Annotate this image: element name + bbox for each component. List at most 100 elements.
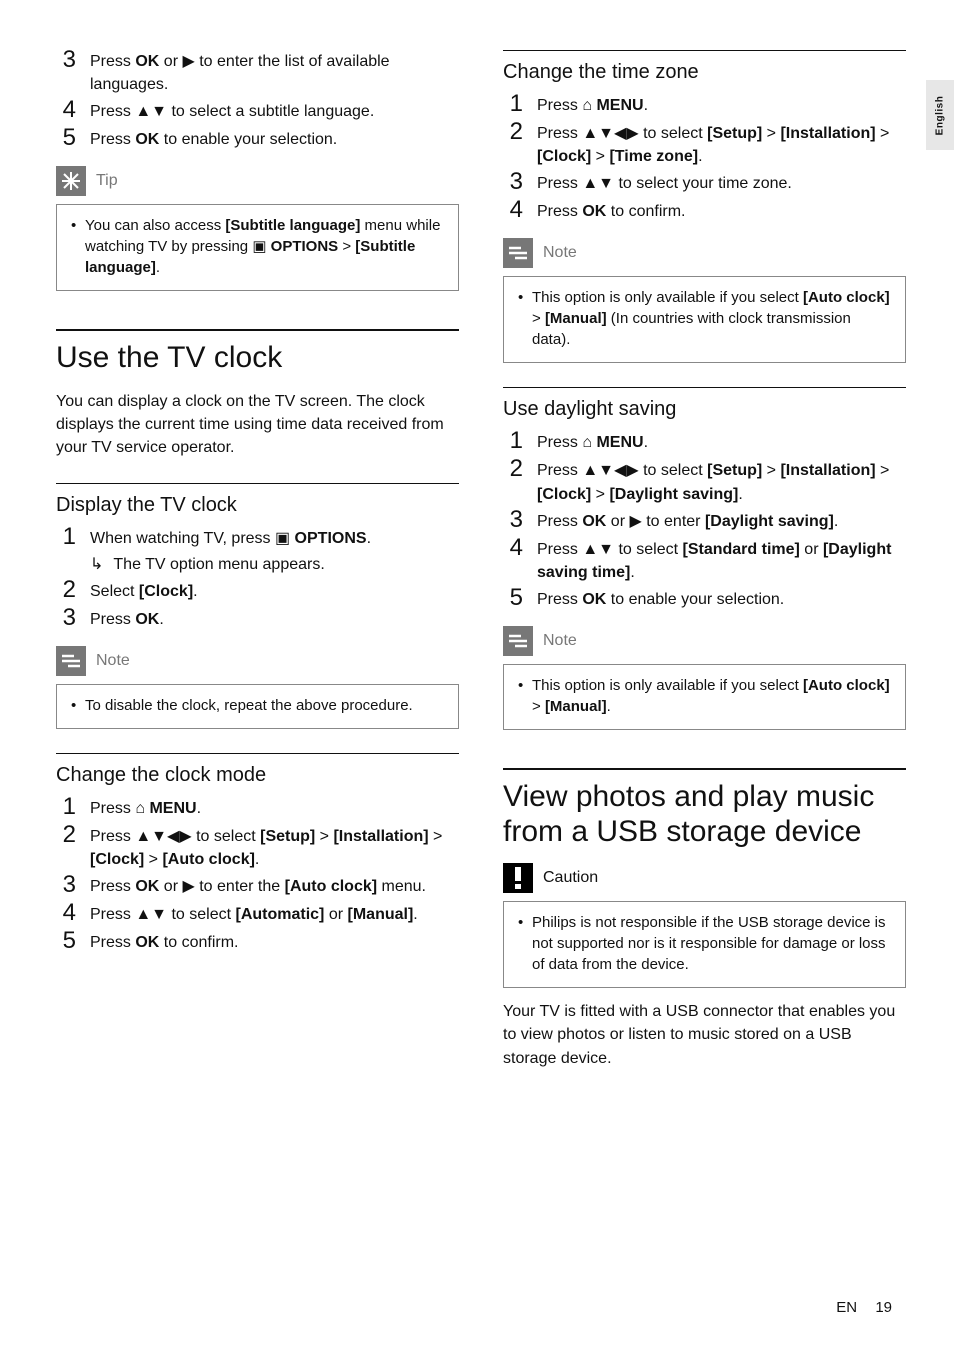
step: 4 Press ▲▼ to select [Automatic] or [Man…	[56, 903, 459, 927]
nav-arrows-icon: ▲▼◀▶	[135, 828, 191, 845]
right-arrow-icon: ▶	[182, 53, 194, 70]
step: 1 Press ⌂ MENU.	[56, 797, 459, 821]
subheading-change-time-zone: Change the time zone	[503, 50, 906, 84]
options-icon: ▣	[275, 530, 290, 547]
page-footer: EN 19	[836, 1299, 892, 1316]
right-arrow-icon: ▶	[629, 513, 641, 530]
step-number: 2	[56, 578, 76, 602]
two-column-layout: 3 Press OK or ▶ to enter the list of ava…	[56, 50, 906, 1092]
up-down-arrow-icon: ▲▼	[582, 541, 614, 558]
step-number: 3	[56, 48, 76, 94]
tip-text: You can also access [Subtitle language] …	[71, 215, 444, 278]
note-header: Note	[56, 646, 459, 676]
step-number: 5	[56, 126, 76, 150]
step-number: 2	[503, 120, 523, 166]
step: 2 Select [Clock].	[56, 580, 459, 604]
caution-text: Philips is not responsible if the USB st…	[518, 912, 891, 975]
step: 3 Press OK or ▶ to enter the [Auto clock…	[56, 875, 459, 899]
steps-change-time-zone: 1 Press ⌂ MENU. 2 Press ▲▼◀▶ to select […	[503, 94, 906, 224]
up-down-arrow-icon: ▲▼	[582, 175, 614, 192]
step: 1 Press ⌂ MENU.	[503, 431, 906, 455]
step-body: Press ⌂ MENU.	[537, 94, 648, 118]
tip-box: You can also access [Subtitle language] …	[56, 204, 459, 291]
note-label-text: Note	[543, 244, 577, 262]
note-label-text: Note	[96, 652, 130, 670]
subheading-daylight-saving: Use daylight saving	[503, 387, 906, 421]
step: 4 Press ▲▼ to select [Standard time] or …	[503, 538, 906, 584]
steps-top: 3 Press OK or ▶ to enter the list of ava…	[56, 50, 459, 152]
step-number: 3	[503, 170, 523, 194]
step-body: Press ⌂ MENU.	[537, 431, 648, 455]
steps-change-clock-mode: 1 Press ⌂ MENU. 2 Press ▲▼◀▶ to select […	[56, 797, 459, 955]
result-arrow-icon: ↳	[90, 553, 103, 576]
tip-label-text: Tip	[96, 172, 118, 190]
step: 5 Press OK to enable your selection.	[56, 128, 459, 152]
steps-daylight-saving: 1 Press ⌂ MENU. 2 Press ▲▼◀▶ to select […	[503, 431, 906, 612]
step: 1 When watching TV, press ▣ OPTIONS. ↳Th…	[56, 527, 459, 575]
step-body: Press ▲▼◀▶ to select [Setup] > [Installa…	[90, 825, 459, 871]
options-icon: ▣	[252, 238, 266, 255]
step-body: Press OK to confirm.	[90, 931, 238, 955]
left-column: 3 Press OK or ▶ to enter the list of ava…	[56, 50, 459, 1092]
step: 5 Press OK to confirm.	[56, 931, 459, 955]
step-number: 4	[56, 98, 76, 122]
note-header: Note	[503, 238, 906, 268]
footer-lang: EN	[836, 1299, 857, 1316]
manual-page: English 3 Press OK or ▶ to enter the lis…	[0, 0, 954, 1350]
step-body: Select [Clock].	[90, 580, 198, 604]
step-number: 3	[503, 508, 523, 532]
step-body: Press OK.	[90, 608, 164, 632]
caution-header: Caution	[503, 863, 906, 893]
right-column: Change the time zone 1 Press ⌂ MENU. 2 P…	[503, 50, 906, 1092]
step-number: 5	[503, 586, 523, 610]
nav-arrows-icon: ▲▼◀▶	[582, 462, 638, 479]
step-body: Press ▲▼ to select [Standard time] or [D…	[537, 538, 906, 584]
nav-arrows-icon: ▲▼◀▶	[582, 125, 638, 142]
step-number: 4	[503, 536, 523, 582]
step-number: 2	[503, 457, 523, 503]
note-text: To disable the clock, repeat the above p…	[71, 695, 444, 716]
home-icon: ⌂	[135, 800, 145, 817]
language-tab: English	[926, 80, 954, 150]
note-icon	[56, 646, 86, 676]
step-body: Press ▲▼◀▶ to select [Setup] > [Installa…	[537, 459, 906, 505]
home-icon: ⌂	[582, 97, 592, 114]
subheading-change-clock-mode: Change the clock mode	[56, 753, 459, 787]
subheading-display-clock: Display the TV clock	[56, 483, 459, 517]
step-body: When watching TV, press ▣ OPTIONS. ↳The …	[90, 527, 371, 575]
step-number: 1	[56, 795, 76, 819]
step-number: 1	[503, 92, 523, 116]
up-down-arrow-icon: ▲▼	[135, 103, 167, 120]
step-body: Press OK to enable your selection.	[537, 588, 784, 612]
step: 2 Press ▲▼◀▶ to select [Setup] > [Instal…	[56, 825, 459, 871]
step-number: 1	[56, 525, 76, 573]
step-body: Press OK to confirm.	[537, 200, 685, 224]
step-body: Press ▲▼◀▶ to select [Setup] > [Installa…	[537, 122, 906, 168]
step-number: 3	[56, 606, 76, 630]
step: 3 Press OK or ▶ to enter [Daylight savin…	[503, 510, 906, 534]
note-box: To disable the clock, repeat the above p…	[56, 684, 459, 729]
step-body: Press ▲▼ to select your time zone.	[537, 172, 792, 196]
note-icon	[503, 626, 533, 656]
step-body: Press ⌂ MENU.	[90, 797, 201, 821]
step-body: Press OK or ▶ to enter the list of avail…	[90, 50, 459, 96]
step: 4 Press ▲▼ to select a subtitle language…	[56, 100, 459, 124]
section-intro: You can display a clock on the TV screen…	[56, 390, 459, 460]
step-body: Press OK to enable your selection.	[90, 128, 337, 152]
step-number: 1	[503, 429, 523, 453]
tip-header: Tip	[56, 166, 459, 196]
language-tab-label: English	[935, 95, 946, 135]
up-down-arrow-icon: ▲▼	[135, 906, 167, 923]
right-arrow-icon: ▶	[182, 878, 194, 895]
footer-page-number: 19	[875, 1299, 892, 1316]
step: 3 Press ▲▼ to select your time zone.	[503, 172, 906, 196]
step-number: 3	[56, 873, 76, 897]
step-number: 2	[56, 823, 76, 869]
steps-display-clock: 1 When watching TV, press ▣ OPTIONS. ↳Th…	[56, 527, 459, 631]
note-box: This option is only available if you sel…	[503, 664, 906, 730]
note-label-text: Note	[543, 632, 577, 650]
section-heading-tv-clock: Use the TV clock	[56, 329, 459, 376]
step-result: ↳The TV option menu appears.	[90, 553, 371, 576]
caution-label-text: Caution	[543, 869, 598, 887]
note-header: Note	[503, 626, 906, 656]
